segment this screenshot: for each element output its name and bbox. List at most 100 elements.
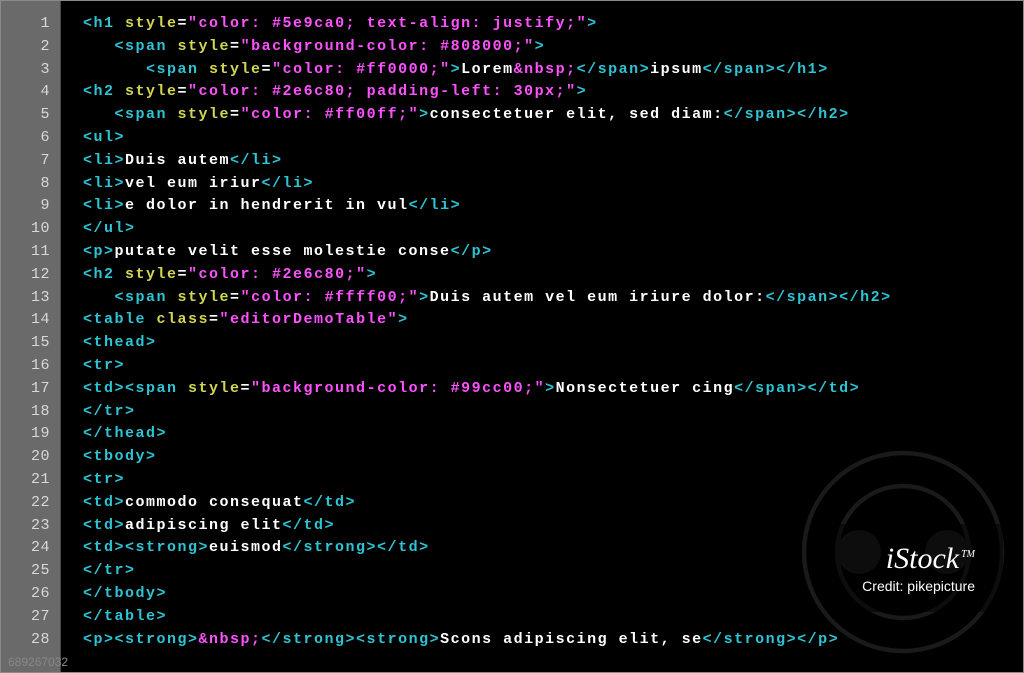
code-token: = xyxy=(209,311,220,328)
code-token: <table xyxy=(83,311,157,328)
code-token: "background-color: #808000;" xyxy=(241,38,535,55)
code-token: <h1 xyxy=(83,15,125,32)
code-token: > xyxy=(367,266,378,283)
line-number: 24 xyxy=(1,537,60,560)
code-token: commodo consequat xyxy=(125,494,304,511)
line-number: 15 xyxy=(1,332,60,355)
code-token: </span></h1> xyxy=(703,61,829,78)
code-token: "color: #2e6c80;" xyxy=(188,266,367,283)
code-token: </table> xyxy=(83,608,167,625)
code-token: = xyxy=(230,38,241,55)
code-token: = xyxy=(178,83,189,100)
code-token: "color: #5e9ca0; text-align: justify;" xyxy=(188,15,587,32)
code-line[interactable]: <td>commodo consequat</td> xyxy=(83,492,1023,515)
code-line[interactable]: <li>vel eum iriur</li> xyxy=(83,173,1023,196)
line-number: 7 xyxy=(1,150,60,173)
code-token: <ul> xyxy=(83,129,125,146)
code-line[interactable]: <span style="color: #ff00ff;">consectetu… xyxy=(83,104,1023,127)
code-token: <tr> xyxy=(83,357,125,374)
code-token: "color: #ffff00;" xyxy=(241,289,420,306)
line-number: 27 xyxy=(1,606,60,629)
code-line[interactable]: <span style="color: #ffff00;">Duis autem… xyxy=(83,287,1023,310)
code-token: <tbody> xyxy=(83,448,157,465)
code-line[interactable]: <thead> xyxy=(83,332,1023,355)
code-line[interactable]: </ul> xyxy=(83,218,1023,241)
code-token: <p><strong> xyxy=(83,631,199,648)
code-token: vel eum iriur xyxy=(125,175,262,192)
code-line[interactable]: </thead> xyxy=(83,423,1023,446)
code-token: = xyxy=(178,266,189,283)
code-token: = xyxy=(178,15,189,32)
code-line[interactable]: <h2 style="color: #2e6c80; padding-left:… xyxy=(83,81,1023,104)
code-line[interactable]: <li>Duis autem</li> xyxy=(83,150,1023,173)
code-line[interactable]: <span style="color: #ff0000;">Lorem&nbsp… xyxy=(83,59,1023,82)
code-token: &nbsp; xyxy=(514,61,577,78)
code-token: = xyxy=(230,106,241,123)
code-token: </td> xyxy=(304,494,357,511)
line-number: 25 xyxy=(1,560,60,583)
code-token: style xyxy=(178,106,231,123)
code-token: <td><span xyxy=(83,380,188,397)
line-number: 16 xyxy=(1,355,60,378)
code-line[interactable]: <span style="background-color: #808000;"… xyxy=(83,36,1023,59)
code-token: "background-color: #99cc00;" xyxy=(251,380,545,397)
code-line[interactable]: <h1 style="color: #5e9ca0; text-align: j… xyxy=(83,13,1023,36)
code-line[interactable]: <li>e dolor in hendrerit in vul</li> xyxy=(83,195,1023,218)
code-token: <li> xyxy=(83,197,125,214)
code-token: <h2 xyxy=(83,266,125,283)
code-token: Duis autem vel eum iriure dolor: xyxy=(430,289,766,306)
code-token: </strong></p> xyxy=(703,631,840,648)
code-line[interactable]: <h2 style="color: #2e6c80;"> xyxy=(83,264,1023,287)
code-token: > xyxy=(451,61,462,78)
line-number: 14 xyxy=(1,309,60,332)
code-token: > xyxy=(535,38,546,55)
line-number: 9 xyxy=(1,195,60,218)
code-token: Scons adipiscing elit, se xyxy=(440,631,703,648)
code-token: <li> xyxy=(83,152,125,169)
code-line[interactable]: <tbody> xyxy=(83,446,1023,469)
code-token: <td><strong> xyxy=(83,539,209,556)
code-token: style xyxy=(125,15,178,32)
code-token: </tr> xyxy=(83,562,136,579)
code-token: = xyxy=(230,289,241,306)
code-token: > xyxy=(419,289,430,306)
code-line[interactable]: <p>putate velit esse molestie conse</p> xyxy=(83,241,1023,264)
code-line[interactable]: <ul> xyxy=(83,127,1023,150)
watermark-overlay: iStockTM Credit: pikepicture xyxy=(834,524,1003,612)
code-line[interactable]: <tr> xyxy=(83,469,1023,492)
code-token: </span> xyxy=(577,61,651,78)
code-line[interactable]: <p><strong>&nbsp;</strong><strong>Scons … xyxy=(83,629,1023,652)
code-line[interactable]: </tr> xyxy=(83,401,1023,424)
code-line[interactable]: <tr> xyxy=(83,355,1023,378)
code-token: style xyxy=(125,83,178,100)
code-token: style xyxy=(178,38,231,55)
code-token: style xyxy=(188,380,241,397)
code-token: style xyxy=(178,289,231,306)
code-token: = xyxy=(262,61,273,78)
code-token: <tr> xyxy=(83,471,125,488)
line-number: 12 xyxy=(1,264,60,287)
code-token: > xyxy=(419,106,430,123)
code-line[interactable]: <td><span style="background-color: #99cc… xyxy=(83,378,1023,401)
code-token: </span></h2> xyxy=(724,106,850,123)
watermark-logo: iStockTM xyxy=(862,542,975,576)
code-token: </li> xyxy=(230,152,283,169)
code-token: style xyxy=(125,266,178,283)
code-content-area[interactable]: <h1 style="color: #5e9ca0; text-align: j… xyxy=(61,1,1023,672)
watermark-id: 689267032 xyxy=(8,655,68,669)
code-token: "color: #2e6c80; padding-left: 30px;" xyxy=(188,83,577,100)
line-number: 20 xyxy=(1,446,60,469)
code-token: Nonsectetuer cing xyxy=(556,380,735,397)
code-editor: 1234567891011121314151617181920212223242… xyxy=(0,0,1024,673)
code-token: <td> xyxy=(83,517,125,534)
code-token: <span xyxy=(146,61,209,78)
code-token: "color: #ff0000;" xyxy=(272,61,451,78)
code-line[interactable]: <table class="editorDemoTable"> xyxy=(83,309,1023,332)
code-token: <li> xyxy=(83,175,125,192)
code-token: <h2 xyxy=(83,83,125,100)
code-token: </p> xyxy=(451,243,493,260)
line-number: 18 xyxy=(1,401,60,424)
code-token: > xyxy=(398,311,409,328)
line-number: 28 xyxy=(1,629,60,652)
watermark-credit: Credit: pikepicture xyxy=(862,578,975,594)
